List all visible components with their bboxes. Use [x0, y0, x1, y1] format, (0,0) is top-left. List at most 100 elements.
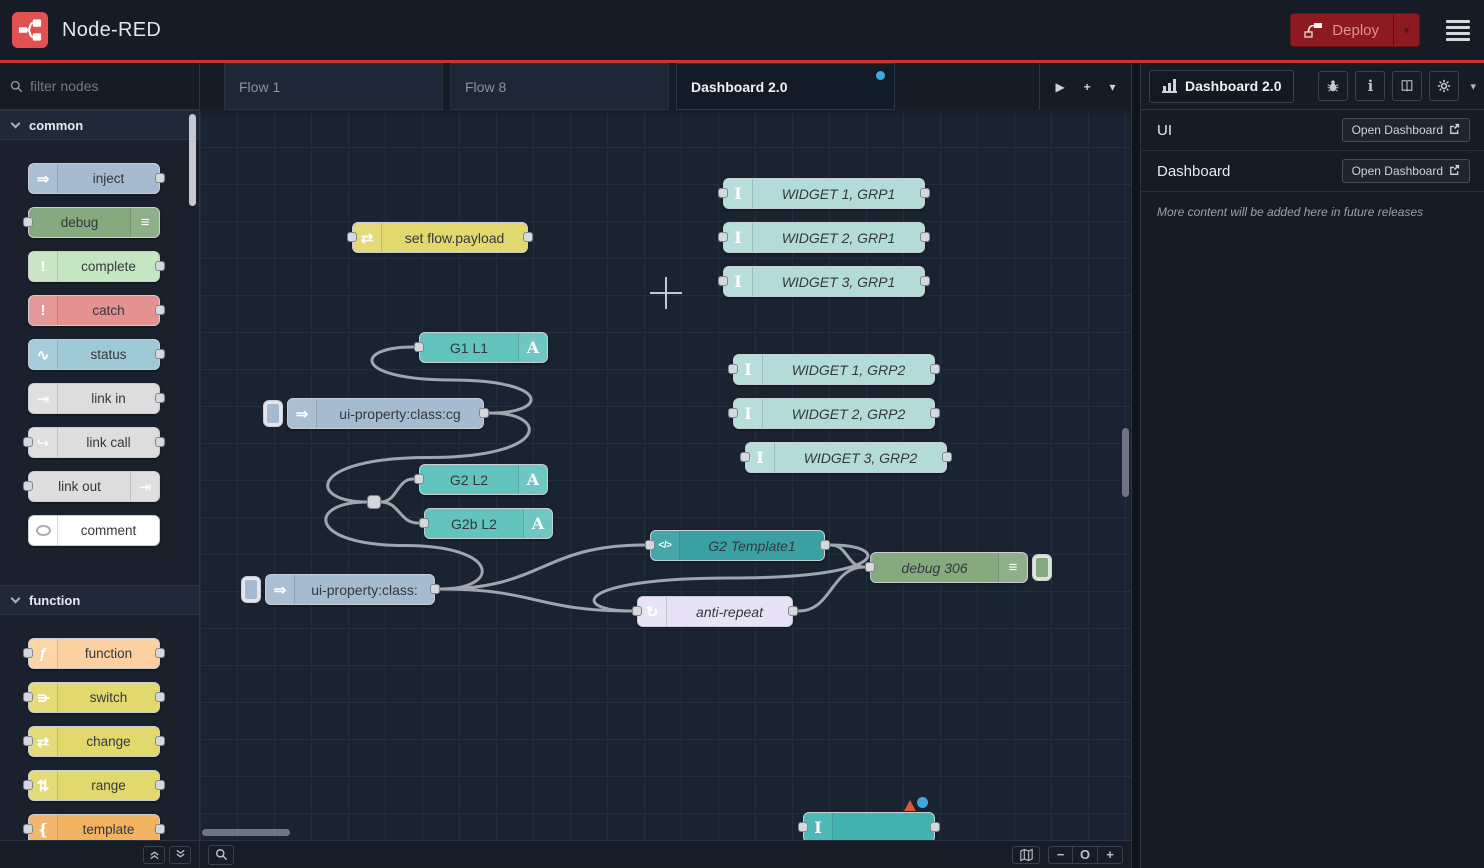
- palette-scrollbar[interactable]: [189, 114, 196, 206]
- output-port[interactable]: [930, 408, 940, 418]
- output-port[interactable]: [820, 540, 830, 550]
- sidebar-tabs-caret[interactable]: ▾: [1470, 80, 1476, 93]
- output-port[interactable]: [155, 692, 165, 702]
- output-port[interactable]: [155, 780, 165, 790]
- add-flow-button[interactable]: +: [1084, 80, 1091, 94]
- output-port[interactable]: [930, 364, 940, 374]
- output-port[interactable]: [920, 232, 930, 242]
- zoom-out-button[interactable]: −: [1048, 846, 1073, 864]
- node-link-out[interactable]: link out⇥: [28, 471, 160, 502]
- input-port[interactable]: [23, 824, 33, 834]
- output-port[interactable]: [788, 606, 798, 616]
- node-status[interactable]: ∿status: [28, 339, 160, 370]
- deploy-button[interactable]: Deploy ▾: [1290, 13, 1420, 47]
- input-port[interactable]: [23, 217, 33, 227]
- main-menu-button[interactable]: [1446, 20, 1470, 41]
- input-port[interactable]: [718, 232, 728, 242]
- settings-button[interactable]: [1429, 71, 1459, 101]
- node-widget2-grp1[interactable]: IWIDGET 2, GRP1: [723, 222, 925, 253]
- node-widget1-grp1[interactable]: IWIDGET 1, GRP1: [723, 178, 925, 209]
- node-inject[interactable]: ⇒inject: [28, 163, 160, 194]
- output-port[interactable]: [155, 648, 165, 658]
- flow-list-caret[interactable]: ▾: [1110, 80, 1116, 94]
- flow-canvas[interactable]: ⇄set flow.payload IWIDGET 1, GRP1 IWIDGET …: [200, 110, 1131, 840]
- input-port[interactable]: [23, 437, 33, 447]
- help-panel-button[interactable]: [1392, 71, 1422, 101]
- output-port[interactable]: [523, 232, 533, 242]
- wire-junction[interactable]: [367, 495, 381, 509]
- input-port[interactable]: [740, 452, 750, 462]
- collapse-all-button[interactable]: [143, 846, 165, 864]
- wire-junction1-to-g2-l2[interactable]: [381, 479, 413, 502]
- deploy-options-caret[interactable]: ▾: [1393, 14, 1419, 46]
- flow-tab-1[interactable]: Flow 1: [224, 63, 443, 110]
- node-ui-property-cg[interactable]: ⇒ui-property:class:cg: [287, 398, 484, 429]
- input-port[interactable]: [23, 648, 33, 658]
- node-complete[interactable]: !complete: [28, 251, 160, 282]
- open-dashboard-button[interactable]: Open Dashboard: [1342, 118, 1470, 142]
- node-link-call[interactable]: ↪link call: [28, 427, 160, 458]
- input-port[interactable]: [414, 342, 424, 352]
- input-port[interactable]: [718, 276, 728, 286]
- sidebar-tab-dashboard[interactable]: Dashboard 2.0: [1149, 70, 1294, 103]
- tab-scroll-right-icon[interactable]: ▶: [1055, 80, 1064, 94]
- input-port[interactable]: [23, 481, 33, 491]
- palette-category-function[interactable]: function: [0, 585, 199, 615]
- output-port[interactable]: [920, 276, 930, 286]
- input-port[interactable]: [728, 408, 738, 418]
- open-dashboard-button[interactable]: Open Dashboard: [1342, 159, 1470, 183]
- input-port[interactable]: [23, 692, 33, 702]
- output-port[interactable]: [155, 305, 165, 315]
- input-port[interactable]: [728, 364, 738, 374]
- output-port[interactable]: [155, 261, 165, 271]
- node-trigger-button[interactable]: [241, 576, 261, 603]
- canvas-vscrollbar[interactable]: [1122, 428, 1129, 497]
- node-widget1-grp2[interactable]: IWIDGET 1, GRP2: [733, 354, 935, 385]
- input-port[interactable]: [23, 780, 33, 790]
- palette-scroll-area[interactable]: common⇒injectdebug≡!complete!catch∿statu…: [0, 110, 199, 840]
- node-template[interactable]: {template: [28, 814, 160, 840]
- node-g2-l2[interactable]: G2 L2A: [419, 464, 548, 495]
- input-port[interactable]: [718, 188, 728, 198]
- node-debug-306[interactable]: debug 306≡: [870, 552, 1028, 583]
- canvas-hscrollbar[interactable]: [202, 829, 290, 836]
- wire-junction1-to-g2b-l2[interactable]: [381, 502, 418, 523]
- input-port[interactable]: [419, 518, 429, 528]
- zoom-reset-button[interactable]: O: [1073, 846, 1098, 864]
- node-clipped-node[interactable]: I: [803, 812, 935, 840]
- debug-panel-button[interactable]: [1318, 71, 1348, 101]
- output-port[interactable]: [430, 584, 440, 594]
- search-flows-button[interactable]: [208, 845, 234, 865]
- node-change[interactable]: ⇄change: [28, 726, 160, 757]
- node-widget2-grp2[interactable]: IWIDGET 2, GRP2: [733, 398, 935, 429]
- input-port[interactable]: [865, 562, 875, 572]
- output-port[interactable]: [155, 173, 165, 183]
- node-g1-l1[interactable]: G1 L1A: [419, 332, 548, 363]
- input-port[interactable]: [632, 606, 642, 616]
- node-trigger-button[interactable]: [1032, 554, 1052, 581]
- node-ui-property-2[interactable]: ⇒ui-property:class:: [265, 574, 435, 605]
- node-g2b-l2[interactable]: G2b L2A: [424, 508, 553, 539]
- input-port[interactable]: [414, 474, 424, 484]
- node-switch[interactable]: ⋔switch: [28, 682, 160, 713]
- node-catch[interactable]: !catch: [28, 295, 160, 326]
- node-widget3-grp1[interactable]: IWIDGET 3, GRP1: [723, 266, 925, 297]
- node-change-set-flow-payload[interactable]: ⇄set flow.payload: [352, 222, 528, 253]
- info-panel-button[interactable]: i: [1355, 71, 1385, 101]
- output-port[interactable]: [920, 188, 930, 198]
- sidebar-splitter[interactable]: [1132, 63, 1140, 868]
- output-port[interactable]: [155, 393, 165, 403]
- output-port[interactable]: [155, 824, 165, 834]
- node-range[interactable]: ⇅range: [28, 770, 160, 801]
- flow-tab-2[interactable]: Flow 8: [450, 63, 669, 110]
- input-port[interactable]: [798, 822, 808, 832]
- navigator-button[interactable]: [1012, 846, 1040, 864]
- output-port[interactable]: [155, 437, 165, 447]
- input-port[interactable]: [645, 540, 655, 550]
- node-function[interactable]: ƒfunction: [28, 638, 160, 669]
- node-link-in[interactable]: ⇥link in: [28, 383, 160, 414]
- node-trigger-button[interactable]: [263, 400, 283, 427]
- expand-all-button[interactable]: [169, 846, 191, 864]
- input-port[interactable]: [23, 736, 33, 746]
- output-port[interactable]: [155, 349, 165, 359]
